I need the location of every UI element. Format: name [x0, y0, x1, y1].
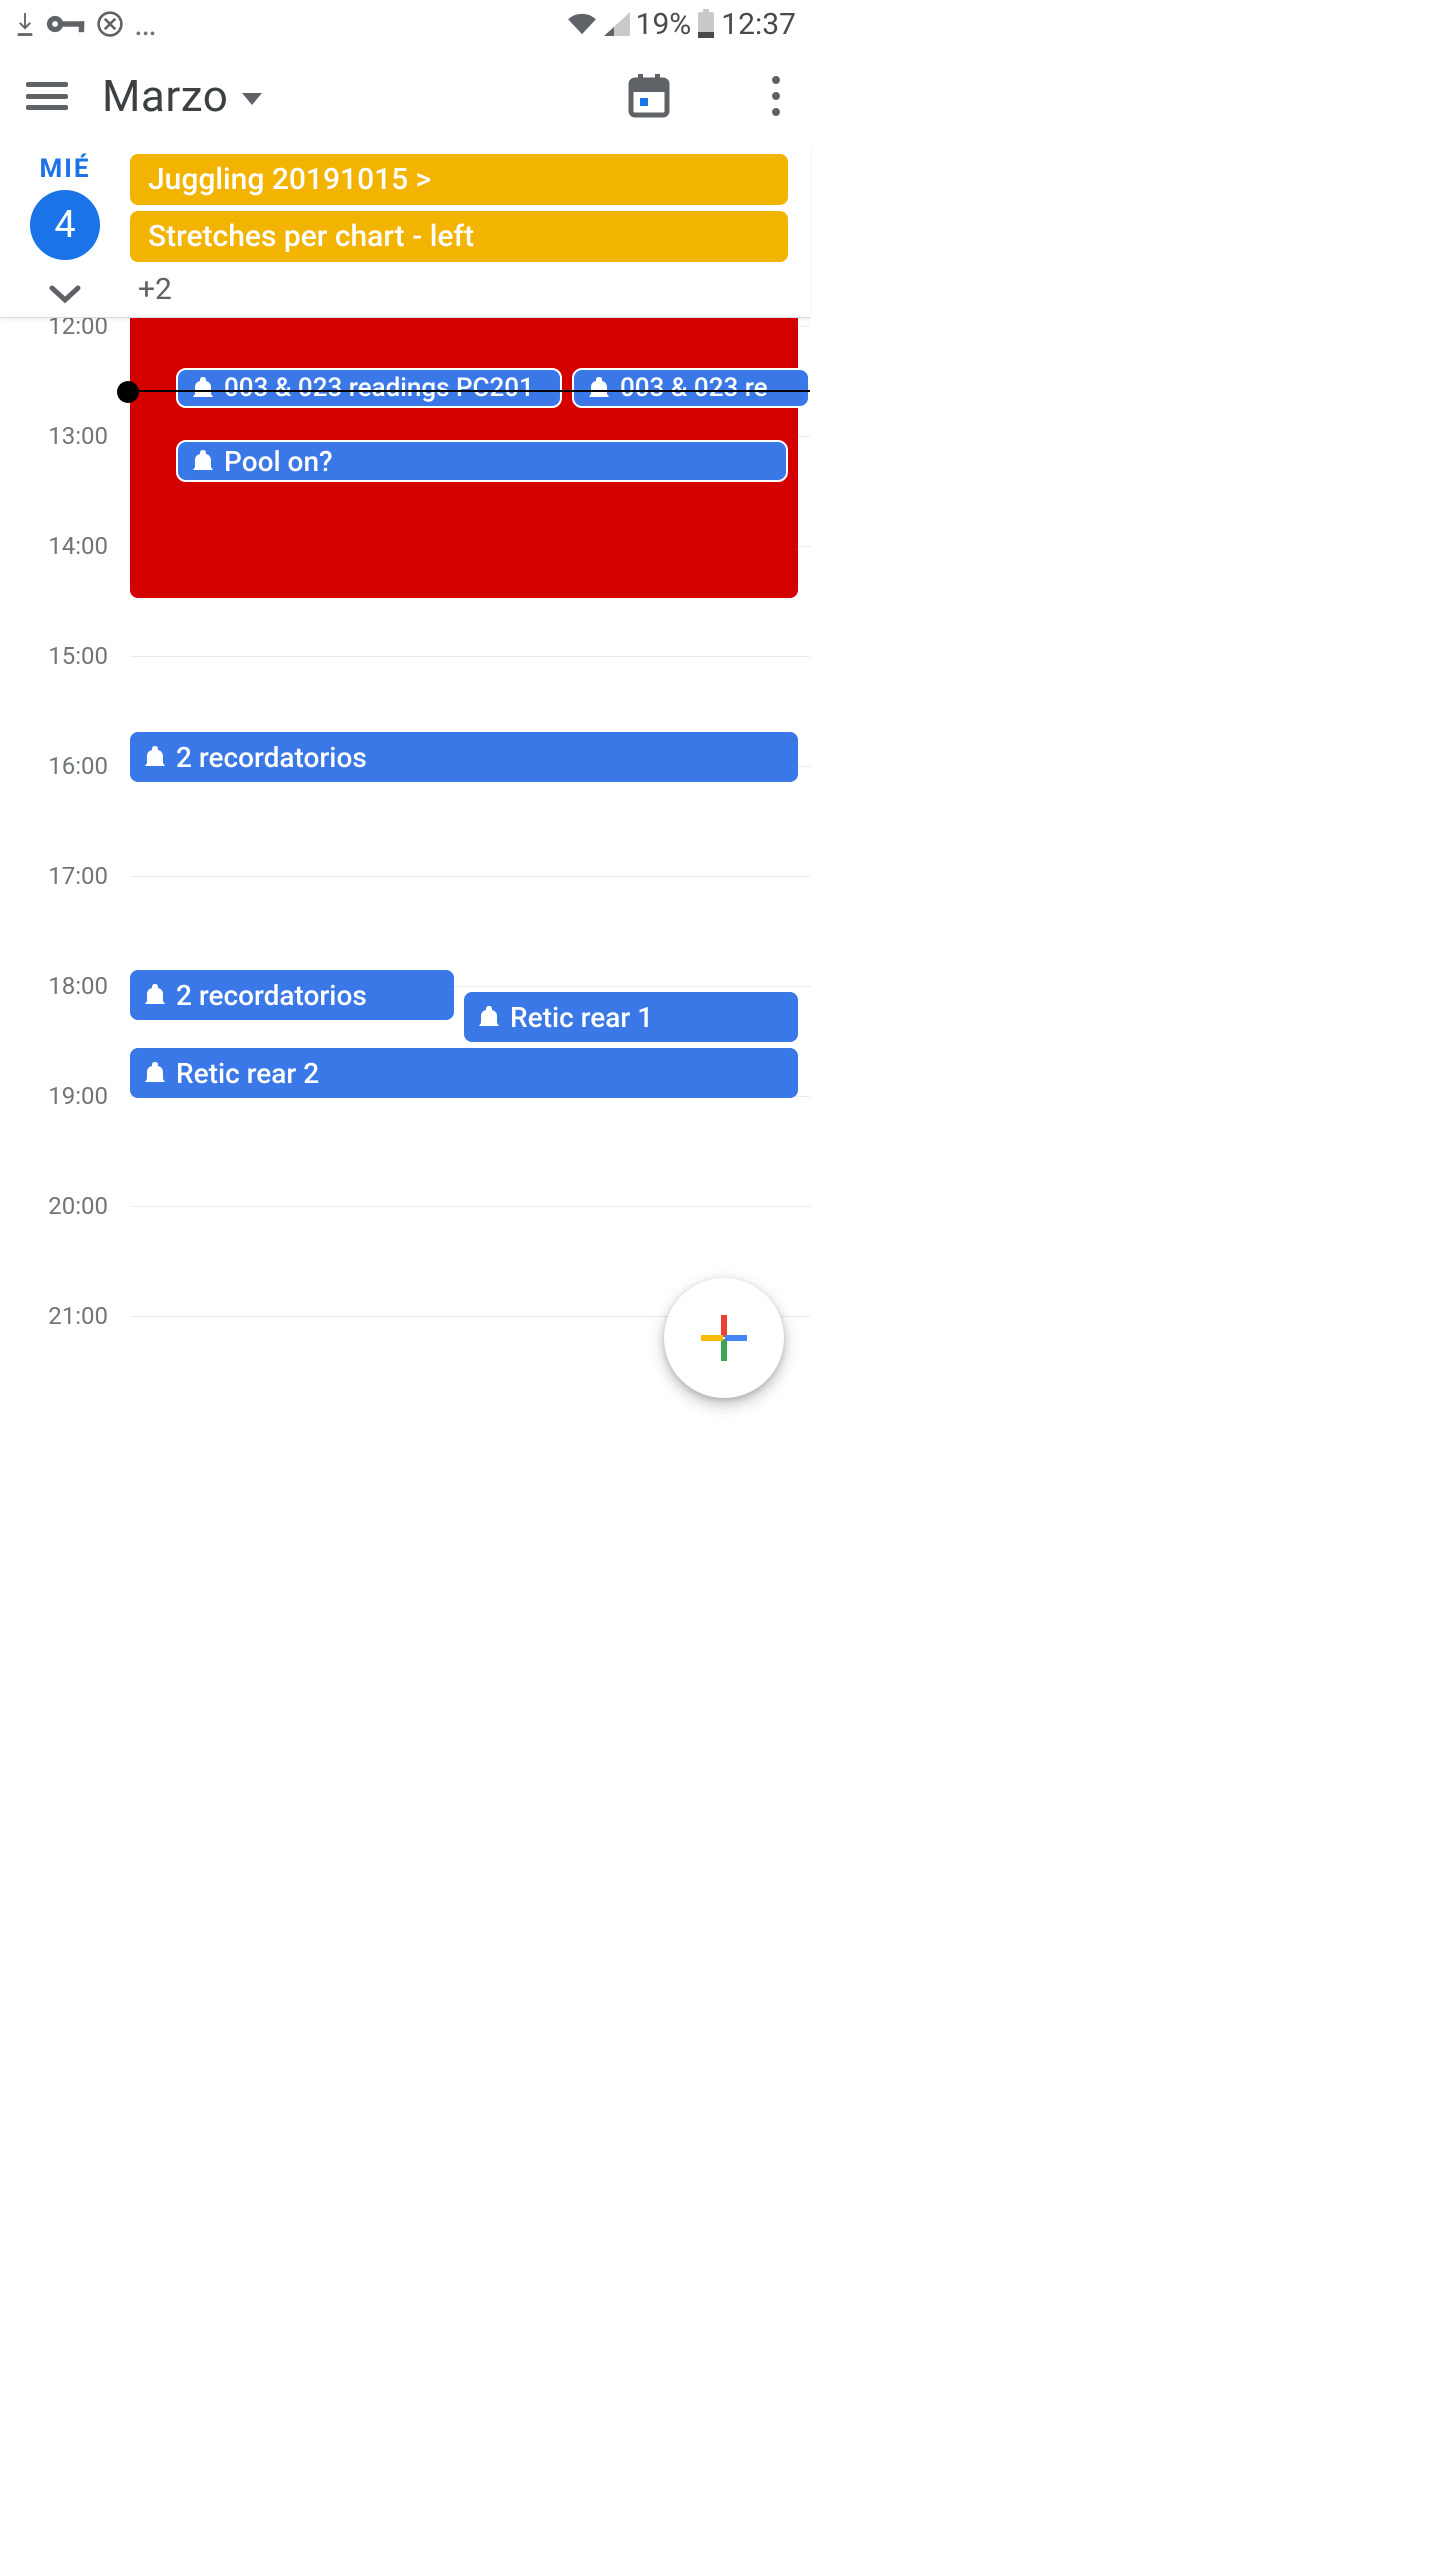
hour-label: 20:00: [0, 1192, 108, 1220]
hour-label: 15:00: [0, 642, 108, 670]
dropdown-triangle-icon: [242, 93, 262, 105]
day-timeline[interactable]: 12:00 13:00 14:00 15:00 16:00 17:00 18:00 19:00…: [0, 318, 810, 1424]
month-picker[interactable]: Marzo: [102, 70, 262, 122]
event-task[interactable]: 003 & 023 re: [572, 368, 810, 408]
reminder-icon: [478, 1006, 500, 1028]
reminder-icon: [144, 1062, 166, 1084]
month-label: Marzo: [102, 70, 228, 122]
app-header: Marzo: [0, 48, 810, 144]
download-icon: [14, 11, 36, 37]
create-event-fab[interactable]: [664, 1278, 784, 1398]
hour-label: 21:00: [0, 1302, 108, 1330]
wifi-icon: [566, 12, 598, 36]
event-task[interactable]: 003 & 023 readings PC201: [176, 368, 562, 408]
reminder-icon: [144, 746, 166, 768]
now-indicator-dot: [117, 381, 139, 403]
hour-label: 17:00: [0, 862, 108, 890]
battery-percent: 19%: [636, 7, 692, 42]
event-task[interactable]: Retic rear 1: [464, 992, 798, 1042]
hour-label: 18:00: [0, 972, 108, 1000]
event-task[interactable]: Pool on?: [176, 440, 788, 482]
now-indicator: [128, 390, 810, 392]
allday-event[interactable]: Juggling 20191015 >: [130, 154, 788, 205]
reminder-icon: [192, 450, 214, 472]
hour-label: 13:00: [0, 422, 108, 450]
event-reminder-group[interactable]: 2 recordatorios: [130, 732, 798, 782]
cancel-circle-icon: [96, 10, 124, 38]
overflow-menu-button[interactable]: [764, 72, 788, 120]
vpn-key-icon: [46, 13, 86, 35]
day-number-badge[interactable]: 4: [30, 190, 100, 260]
cell-signal-icon: [604, 12, 630, 36]
day-header-strip: MIÉ 4 Juggling 20191015 > Stretches per …: [0, 144, 810, 318]
reminder-icon: [588, 377, 610, 399]
hour-label: 12:00: [0, 318, 108, 340]
jump-to-today-button[interactable]: [628, 74, 670, 118]
event-reminder-group[interactable]: 2 recordatorios: [130, 970, 454, 1020]
hour-label: 19:00: [0, 1082, 108, 1110]
android-status-bar: … 19% 12:37: [0, 0, 810, 48]
hour-label: 14:00: [0, 532, 108, 560]
allday-more-indicator[interactable]: +2: [130, 268, 788, 309]
event-task[interactable]: Retic rear 2: [130, 1048, 798, 1098]
weekday-label: MIÉ: [40, 154, 91, 184]
hour-label: 16:00: [0, 752, 108, 780]
menu-button[interactable]: [26, 82, 68, 110]
allday-event[interactable]: Stretches per chart - left: [130, 211, 788, 262]
expand-allday-button[interactable]: [48, 284, 82, 304]
reminder-icon: [192, 377, 214, 399]
clock-time: 12:37: [721, 7, 796, 42]
battery-icon: [697, 9, 715, 39]
reminder-icon: [144, 984, 166, 1006]
